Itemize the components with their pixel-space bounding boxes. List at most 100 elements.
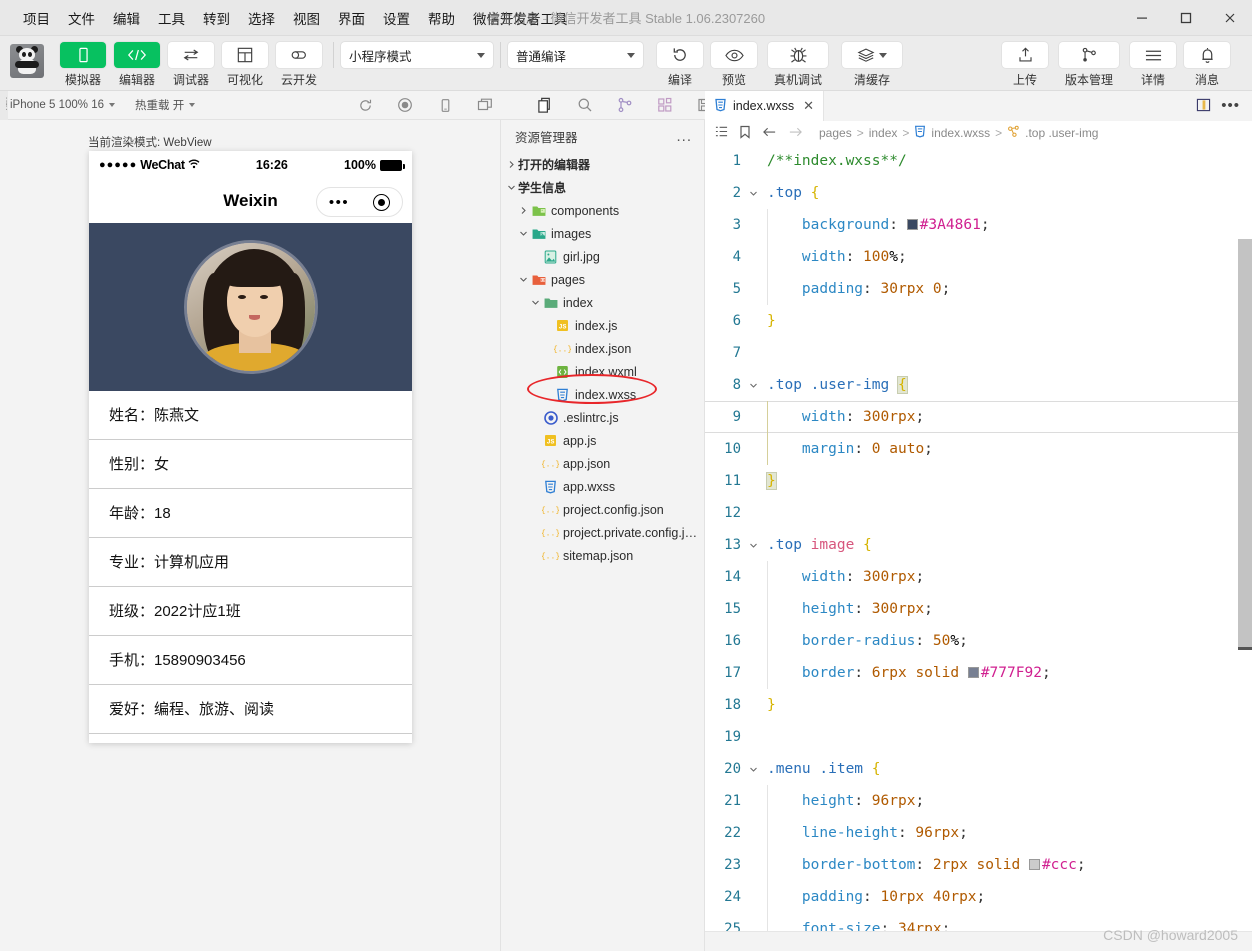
toolbar-button-code[interactable]: 编辑器: [113, 42, 161, 88]
toolbar-button-debugger[interactable]: 调试器: [167, 42, 215, 88]
code-line[interactable]: 5 padding: 30rpx 0;: [705, 273, 1252, 305]
menu-item-6[interactable]: 视图: [284, 4, 329, 32]
file-tree-item[interactable]: .eslintrc.js: [501, 406, 704, 429]
code-line[interactable]: 19: [705, 721, 1252, 753]
menu-item-2[interactable]: 编辑: [104, 4, 149, 32]
code-line[interactable]: 11}: [705, 465, 1252, 497]
code-line[interactable]: 20 .menu .item {: [705, 753, 1252, 785]
toolbar-button-layout[interactable]: 可视化: [221, 42, 269, 88]
project-root[interactable]: 学生信息: [501, 176, 704, 199]
minimize-button[interactable]: [1120, 0, 1164, 36]
toolbar-button-hamburger[interactable]: 详情: [1129, 42, 1177, 88]
toolbar-button-refresh[interactable]: 编译: [656, 42, 704, 88]
compile-select[interactable]: 普通编译: [508, 42, 643, 68]
file-tree-item[interactable]: girl.jpg: [501, 245, 704, 268]
file-tree-item[interactable]: app.wxss: [501, 475, 704, 498]
menu-item-1[interactable]: 文件: [59, 4, 104, 32]
menu-item-4[interactable]: 转到: [194, 4, 239, 32]
toolbar-button-eye[interactable]: 预览: [710, 42, 758, 88]
code-line[interactable]: 7: [705, 337, 1252, 369]
back-arrow-icon[interactable]: [762, 126, 777, 141]
list-item[interactable]: 性别：女: [89, 440, 412, 489]
window-icon[interactable]: [465, 91, 505, 119]
toolbar-button-bug[interactable]: 真机调试: [764, 42, 832, 88]
file-tree-item[interactable]: {..} index.json: [501, 337, 704, 360]
fold-chevron-icon[interactable]: [745, 765, 761, 774]
code-line[interactable]: 15 height: 300rpx;: [705, 593, 1252, 625]
scrollbar-thumb[interactable]: [1238, 239, 1252, 649]
code-line[interactable]: 1 /**index.wxss**/: [705, 145, 1252, 177]
toolbar-button-cloud[interactable]: 云开发: [275, 42, 323, 88]
breadcrumb-item[interactable]: index.wxss: [931, 126, 990, 140]
file-tree-item[interactable]: index: [501, 291, 704, 314]
toolbar-button-upload[interactable]: 上传: [1001, 42, 1049, 88]
bookmark-icon[interactable]: [739, 125, 751, 142]
menu-item-0[interactable]: 项目: [14, 4, 59, 32]
explorer-more-button[interactable]: ...: [676, 129, 692, 144]
code-line[interactable]: 6}: [705, 305, 1252, 337]
tab-index-wxss[interactable]: index.wxss ✕: [705, 91, 825, 121]
target-icon[interactable]: [373, 193, 391, 211]
fold-chevron-icon[interactable]: [745, 541, 761, 550]
list-item[interactable]: 班级：2022计应1班: [89, 587, 412, 636]
code-line[interactable]: 13 .top image {: [705, 529, 1252, 561]
toolbar-button-layers[interactable]: 清缓存: [838, 42, 906, 88]
file-tree-item[interactable]: {..} project.config.json: [501, 498, 704, 521]
code-line[interactable]: 3 background: #3A4861;: [705, 209, 1252, 241]
code-line[interactable]: 24 padding: 10rpx 40rpx;: [705, 881, 1252, 913]
breadcrumb-item[interactable]: index: [869, 126, 898, 140]
code-line[interactable]: 17 border: 6rpx solid #777F92;: [705, 657, 1252, 689]
menu-item-7[interactable]: 界面: [329, 4, 374, 32]
menu-item-9[interactable]: 帮助: [419, 4, 464, 32]
code-line[interactable]: 23 border-bottom: 2rpx solid #ccc;: [705, 849, 1252, 881]
toolbar-button-branch[interactable]: 版本管理: [1055, 42, 1123, 88]
hot-reload-selector[interactable]: 热重载 开: [125, 97, 205, 113]
fold-chevron-icon[interactable]: [745, 381, 761, 390]
code-line[interactable]: 21 height: 96rpx;: [705, 785, 1252, 817]
forward-arrow-icon[interactable]: [788, 126, 803, 141]
close-button[interactable]: [1208, 0, 1252, 36]
extensions-icon[interactable]: [645, 91, 685, 119]
device-selector[interactable]: iPhone 5 100% 16: [0, 99, 125, 111]
file-tree-item[interactable]: {..} app.json: [501, 452, 704, 475]
code-line[interactable]: 8 .top .user-img {: [705, 369, 1252, 401]
list-item[interactable]: 手机：15890903456: [89, 636, 412, 685]
menu-item-3[interactable]: 工具: [149, 4, 194, 32]
source-control-icon[interactable]: [605, 91, 645, 119]
toolbar-button-bell[interactable]: 消息: [1183, 42, 1231, 88]
code-line[interactable]: 9 width: 300rpx;: [705, 401, 1252, 433]
file-tree-item[interactable]: components: [501, 199, 704, 222]
mode-select[interactable]: 小程序模式: [341, 42, 493, 68]
file-tree-item[interactable]: JS index.js: [501, 314, 704, 337]
breadcrumb-item[interactable]: .top .user-img: [1025, 126, 1098, 140]
code-line[interactable]: 14 width: 300rpx;: [705, 561, 1252, 593]
code-line[interactable]: 12: [705, 497, 1252, 529]
code-editor[interactable]: 1 /**index.wxss**/ 2 .top {3 background: #3…: [705, 145, 1252, 951]
breadcrumb-item[interactable]: pages: [819, 126, 852, 140]
code-line[interactable]: 18}: [705, 689, 1252, 721]
file-tree-item[interactable]: index.wxss: [501, 383, 704, 406]
file-tree-item[interactable]: JS app.js: [501, 429, 704, 452]
user-avatar[interactable]: [10, 44, 44, 78]
code-line[interactable]: 22 line-height: 96rpx;: [705, 817, 1252, 849]
code-line[interactable]: 2 .top {: [705, 177, 1252, 209]
open-editors-section[interactable]: 打开的编辑器: [501, 153, 704, 176]
device-icon[interactable]: [425, 91, 465, 119]
refresh-circle-icon[interactable]: [345, 91, 385, 119]
file-tree-item[interactable]: {..} project.private.config.js...: [501, 521, 704, 544]
code-line[interactable]: 4 width: 100%;: [705, 241, 1252, 273]
split-editor-icon[interactable]: [1196, 98, 1211, 115]
fold-chevron-icon[interactable]: [745, 189, 761, 198]
file-tree-item[interactable]: {..} sitemap.json: [501, 544, 704, 567]
file-tree-item[interactable]: pages: [501, 268, 704, 291]
maximize-button[interactable]: [1164, 0, 1208, 36]
code-line[interactable]: 10 margin: 0 auto;: [705, 433, 1252, 465]
editor-scrollbar[interactable]: [1238, 239, 1252, 951]
more-actions-icon[interactable]: •••: [1221, 98, 1240, 113]
more-dots-icon[interactable]: •••: [329, 195, 349, 210]
file-tree-item[interactable]: images: [501, 222, 704, 245]
record-icon[interactable]: [385, 91, 425, 119]
list-item[interactable]: 专业：计算机应用: [89, 538, 412, 587]
menu-item-10[interactable]: 微信开发者工具: [464, 4, 577, 32]
toolbar-button-phone[interactable]: 模拟器: [59, 42, 107, 88]
